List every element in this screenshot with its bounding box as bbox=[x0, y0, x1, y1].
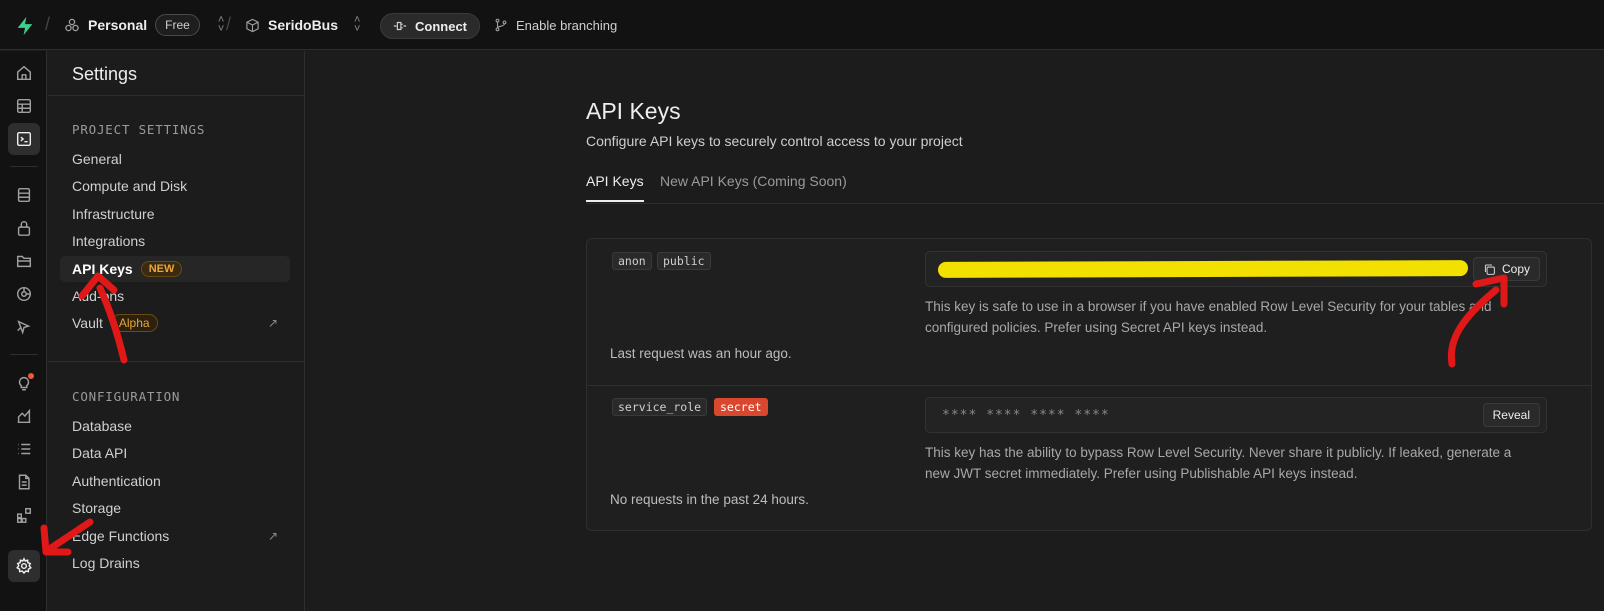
supabase-logo-icon[interactable] bbox=[14, 15, 36, 37]
org-name: Personal bbox=[88, 17, 148, 33]
chevron-up-down-icon[interactable]: ˄ ˅ bbox=[354, 15, 360, 35]
sidebar-item-vault[interactable]: Vault Alpha ↗ bbox=[60, 310, 290, 336]
sidebar-divider bbox=[48, 95, 305, 96]
project-name: SeridoBus bbox=[268, 17, 339, 33]
redaction-mark bbox=[937, 260, 1469, 278]
reports-chart-icon[interactable] bbox=[8, 400, 40, 432]
page-subtitle: Configure API keys to securely control a… bbox=[586, 133, 963, 149]
sql-editor-icon[interactable] bbox=[8, 123, 40, 155]
section-label-configuration: CONFIGURATION bbox=[72, 389, 181, 404]
anon-last-request: Last request was an hour ago. bbox=[610, 346, 792, 361]
external-link-icon: ↗ bbox=[267, 316, 278, 330]
sidebar-item-compute-and-disk[interactable]: Compute and Disk bbox=[60, 173, 290, 199]
auth-lock-icon[interactable] bbox=[8, 212, 40, 244]
integrations-blocks-icon[interactable] bbox=[8, 499, 40, 531]
settings-sidebar: Settings PROJECT SETTINGS General Comput… bbox=[48, 51, 305, 611]
page-title: API Keys bbox=[586, 98, 681, 124]
connect-label: Connect bbox=[415, 18, 467, 34]
breadcrumb-separator: / bbox=[45, 14, 51, 34]
new-badge: NEW bbox=[140, 261, 183, 277]
service-role-key-field[interactable]: **** **** **** **** Reveal bbox=[925, 397, 1547, 433]
reveal-label: Reveal bbox=[1492, 408, 1530, 422]
git-branch-icon bbox=[495, 18, 507, 32]
copy-button[interactable]: Copy bbox=[1472, 257, 1540, 281]
sidebar-item-log-drains[interactable]: Log Drains bbox=[60, 550, 290, 576]
alpha-badge: Alpha bbox=[110, 314, 158, 332]
notification-dot bbox=[28, 373, 34, 379]
chevron-up-down-icon[interactable]: ˄ ˅ bbox=[218, 15, 224, 35]
tab-new-api-keys[interactable]: New API Keys (Coming Soon) bbox=[660, 173, 847, 200]
database-icon[interactable] bbox=[8, 179, 40, 211]
sidebar-item-integrations[interactable]: Integrations bbox=[60, 228, 290, 254]
sidebar-item-authentication[interactable]: Authentication bbox=[60, 468, 290, 494]
service-last-request: No requests in the past 24 hours. bbox=[610, 492, 809, 507]
sidebar-item-api-keys[interactable]: API Keys NEW bbox=[60, 256, 290, 282]
storage-folder-icon[interactable] bbox=[8, 245, 40, 277]
anon-key-help: This key is safe to use in a browser if … bbox=[925, 299, 1492, 335]
copy-icon bbox=[1484, 264, 1495, 275]
enable-branching-button[interactable]: Enable branching bbox=[494, 0, 617, 50]
service-key-help: This key has the ability to bypass Row L… bbox=[925, 445, 1512, 481]
sidebar-item-infrastructure[interactable]: Infrastructure bbox=[60, 201, 290, 227]
org-icon bbox=[65, 18, 79, 32]
main-content: API Keys Configure API keys to securely … bbox=[306, 51, 1604, 611]
project-cube-icon bbox=[246, 18, 259, 32]
secret-tag: secret bbox=[714, 398, 768, 416]
sidebar-item-database[interactable]: Database bbox=[60, 413, 290, 439]
sidebar-item-add-ons[interactable]: Add-ons bbox=[60, 283, 290, 309]
sidebar-item-edge-functions[interactable]: Edge Functions ↗ bbox=[60, 523, 290, 549]
advisors-lightbulb-icon[interactable] bbox=[8, 367, 40, 399]
rail-divider bbox=[10, 354, 38, 355]
realtime-cursor-icon[interactable] bbox=[8, 311, 40, 343]
sidebar-title: Settings bbox=[72, 64, 138, 84]
rail-divider bbox=[10, 166, 38, 167]
masked-key: **** **** **** **** bbox=[942, 408, 1110, 423]
enable-branching-label: Enable branching bbox=[516, 17, 618, 33]
service-role-tag: service_role bbox=[612, 398, 708, 416]
plan-badge: Free bbox=[155, 14, 200, 36]
project-switcher[interactable]: SeridoBus ˄ ˅ bbox=[245, 0, 360, 50]
section-label-project: PROJECT SETTINGS bbox=[72, 122, 206, 137]
api-keys-card: anon public Copy This key is safe to use… bbox=[586, 238, 1592, 531]
anon-tag: anon bbox=[612, 252, 652, 270]
tab-api-keys[interactable]: API Keys bbox=[586, 173, 644, 202]
sidebar-item-general[interactable]: General bbox=[60, 146, 290, 172]
icon-rail bbox=[0, 51, 47, 611]
edge-functions-icon[interactable] bbox=[8, 278, 40, 310]
sidebar-item-storage[interactable]: Storage bbox=[60, 495, 290, 521]
anon-key-field[interactable]: Copy bbox=[925, 251, 1547, 287]
plug-icon bbox=[393, 21, 407, 31]
settings-gear-icon[interactable] bbox=[8, 550, 40, 582]
top-bar: / Personal Free ˄ ˅ / SeridoBus ˄ ˅ Connec… bbox=[0, 0, 1604, 50]
api-docs-file-icon[interactable] bbox=[8, 466, 40, 498]
home-icon[interactable] bbox=[8, 57, 40, 89]
copy-label: Copy bbox=[1501, 262, 1530, 276]
external-link-icon: ↗ bbox=[267, 529, 278, 543]
row-divider bbox=[587, 385, 1591, 386]
tab-bar: API Keys New API Keys (Coming Soon) bbox=[586, 168, 1604, 204]
connect-button[interactable]: Connect bbox=[380, 13, 480, 39]
org-switcher[interactable]: Personal Free ˄ ˅ bbox=[64, 0, 224, 50]
logs-list-icon[interactable] bbox=[8, 433, 40, 465]
reveal-button[interactable]: Reveal bbox=[1482, 403, 1540, 427]
sidebar-divider bbox=[48, 361, 305, 362]
public-tag: public bbox=[657, 252, 711, 270]
table-editor-icon[interactable] bbox=[8, 90, 40, 122]
breadcrumb-separator: / bbox=[226, 14, 232, 34]
sidebar-item-data-api[interactable]: Data API bbox=[60, 440, 290, 466]
